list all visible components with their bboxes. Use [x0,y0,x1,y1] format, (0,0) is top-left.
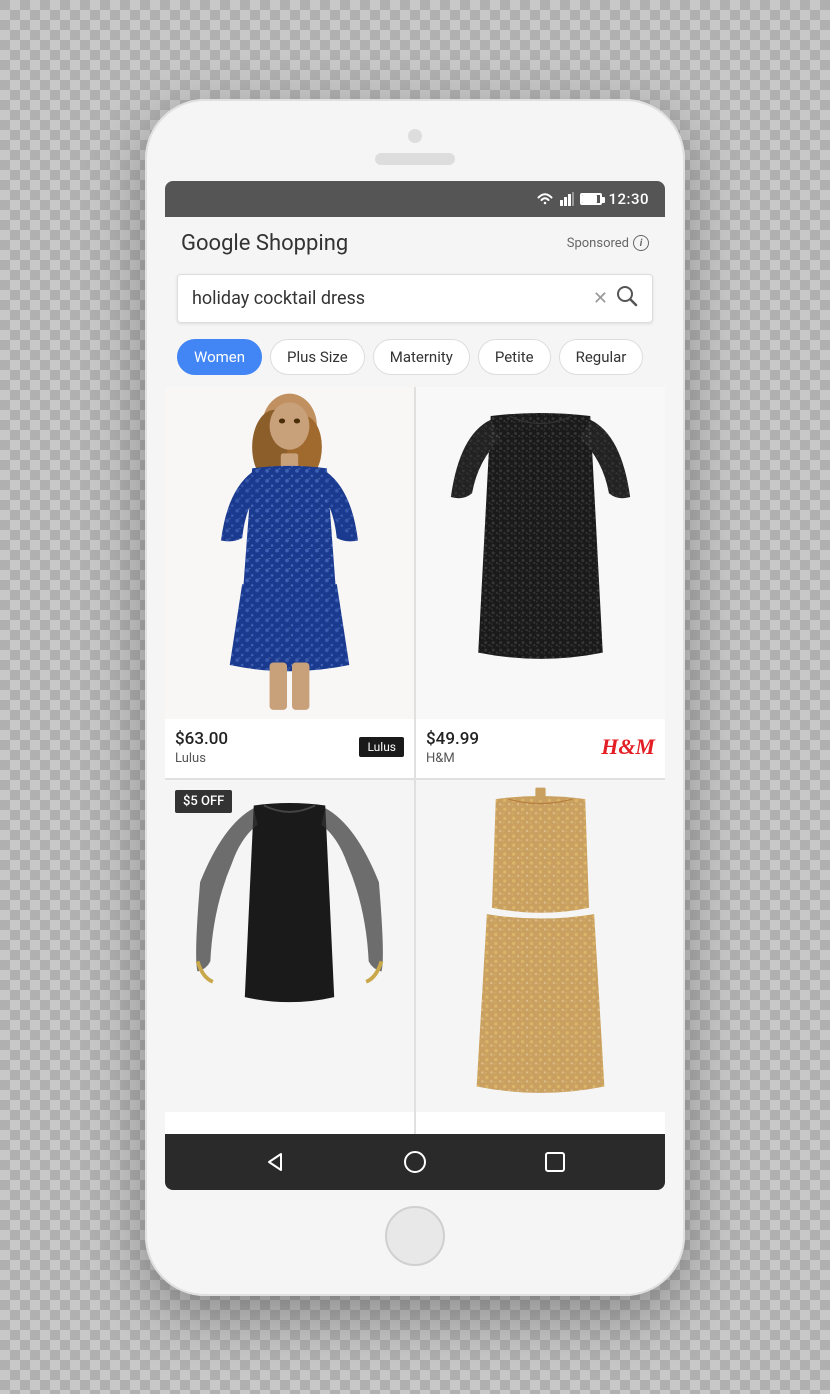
status-time: 12:30 [608,190,649,208]
wifi-icon [536,192,554,206]
product-info-hm: $49.99 H&M H&M [416,719,665,778]
product-image-gold [416,780,665,1112]
discount-badge: $5 OFF [175,790,232,813]
search-icon[interactable] [616,285,638,312]
lulus-logo: Lulus [359,737,404,757]
filter-chip-maternity[interactable]: Maternity [373,339,470,375]
status-bar: 12:30 [165,181,665,217]
info-icon[interactable]: i [633,235,649,251]
filter-chip-women[interactable]: Women [177,339,262,375]
product-seller-hm: H&M [426,751,479,766]
signal-icon [560,192,574,206]
hm-logo: H&M [601,734,655,760]
filter-chip-petite[interactable]: Petite [478,339,551,375]
product-card-black[interactable]: $5 OFF [165,780,414,1134]
search-query: holiday cocktail dress [192,288,585,309]
battery-icon [580,193,602,205]
product-card-lulus[interactable]: $63.00 Lulus Lulus [165,387,414,778]
phone-camera [408,129,422,143]
product-card-gold[interactable] [416,780,665,1134]
product-image-hm [416,387,665,719]
app-title: Google Shopping [181,231,348,256]
filter-row: Women Plus Size Maternity Petite Regular [165,335,665,387]
clear-icon[interactable]: ✕ [593,288,608,309]
home-button[interactable] [401,1148,429,1176]
product-seller-lulus: Lulus [175,751,228,766]
product-price-hm: $49.99 [426,729,479,749]
search-bar[interactable]: holiday cocktail dress ✕ [177,274,653,323]
product-card-hm[interactable]: $49.99 H&M H&M [416,387,665,778]
products-grid: $63.00 Lulus Lulus [165,387,665,1134]
product-image-lulus [165,387,414,719]
recent-button[interactable] [541,1148,569,1176]
sponsored-badge: Sponsored i [567,235,649,251]
product-info-gold [416,1112,665,1134]
product-info-black [165,1112,414,1134]
phone-screen: 12:30 Google Shopping Sponsored i holida… [165,181,665,1190]
bottom-nav [165,1134,665,1190]
filter-chip-regular[interactable]: Regular [559,339,644,375]
phone-shell: 12:30 Google Shopping Sponsored i holida… [145,99,685,1296]
product-price-lulus: $63.00 [175,729,228,749]
app-header: Google Shopping Sponsored i [165,217,665,266]
filter-chip-plus-size[interactable]: Plus Size [270,339,365,375]
product-image-black [165,780,414,1112]
sponsored-label: Sponsored [567,236,629,251]
phone-speaker [375,153,455,165]
search-container: holiday cocktail dress ✕ [165,266,665,335]
product-info-lulus: $63.00 Lulus Lulus [165,719,414,778]
status-icons: 12:30 [536,190,649,208]
phone-home-button[interactable] [385,1206,445,1266]
back-button[interactable] [261,1148,289,1176]
